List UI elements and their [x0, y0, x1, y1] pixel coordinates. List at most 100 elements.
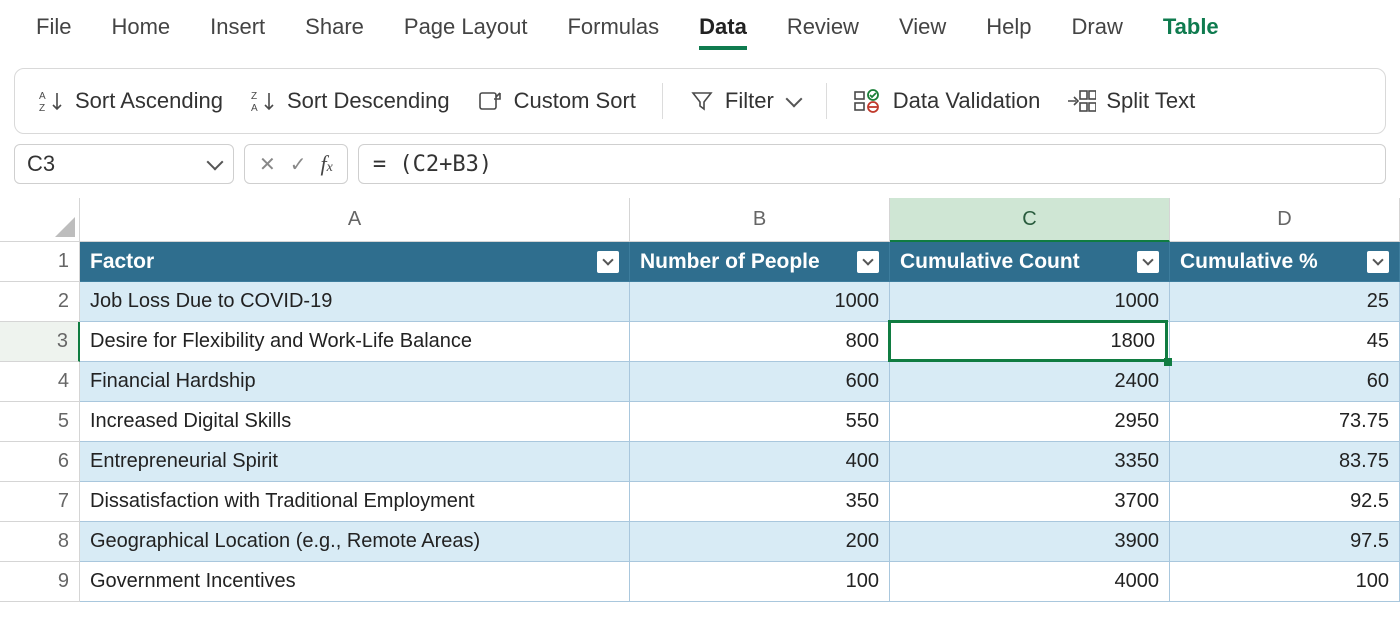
cell-B7[interactable]: 350 — [630, 482, 890, 522]
custom-sort-icon — [476, 87, 504, 115]
cell-C6[interactable]: 3350 — [890, 442, 1170, 482]
data-validation-icon — [853, 88, 883, 114]
data-validation-button[interactable]: Data Validation — [853, 88, 1041, 114]
cell-A3[interactable]: Desire for Flexibility and Work-Life Bal… — [80, 322, 630, 362]
menu-tab-page-layout[interactable]: Page Layout — [404, 14, 528, 46]
column-header-C[interactable]: C — [890, 198, 1170, 242]
table-row: 4Financial Hardship600240060 — [0, 362, 1400, 402]
cell-D4[interactable]: 60 — [1170, 362, 1400, 402]
cell-D9[interactable]: 100 — [1170, 562, 1400, 602]
table-header-label: Factor — [90, 250, 154, 274]
filter-dropdown-icon[interactable] — [1367, 251, 1389, 273]
cell-A4[interactable]: Financial Hardship — [80, 362, 630, 402]
name-box[interactable]: C3 — [14, 144, 234, 184]
svg-text:A: A — [251, 103, 258, 114]
ribbon-separator — [826, 83, 827, 119]
row-header[interactable]: 8 — [0, 522, 80, 562]
cell-A8[interactable]: Geographical Location (e.g., Remote Area… — [80, 522, 630, 562]
row-header[interactable]: 2 — [0, 282, 80, 322]
cell-C4[interactable]: 2400 — [890, 362, 1170, 402]
table-header-label: Cumulative Count — [900, 250, 1080, 274]
table-header-D[interactable]: Cumulative % — [1170, 242, 1400, 282]
cell-A9[interactable]: Government Incentives — [80, 562, 630, 602]
split-text-button[interactable]: Split Text — [1066, 88, 1195, 114]
cell-A7[interactable]: Dissatisfaction with Traditional Employm… — [80, 482, 630, 522]
menu-tab-help[interactable]: Help — [986, 14, 1031, 46]
row-header[interactable]: 7 — [0, 482, 80, 522]
cell-C3[interactable]: 1800 — [890, 322, 1170, 362]
row-header[interactable]: 9 — [0, 562, 80, 602]
cancel-icon[interactable]: ✕ — [259, 152, 276, 177]
row-header[interactable]: 1 — [0, 242, 80, 282]
menu-tab-review[interactable]: Review — [787, 14, 859, 46]
sort-descending-label: Sort Descending — [287, 88, 450, 114]
cell-B4[interactable]: 600 — [630, 362, 890, 402]
formula-text: = (C2+B3) — [373, 152, 492, 177]
funnel-icon — [689, 88, 715, 114]
spreadsheet-grid[interactable]: ABCD 1 Factor Number of People Cumulative Co… — [0, 198, 1400, 602]
menu-tab-file[interactable]: File — [36, 14, 71, 46]
menu-tab-table[interactable]: Table — [1163, 14, 1219, 46]
cell-B2[interactable]: 1000 — [630, 282, 890, 322]
cell-B5[interactable]: 550 — [630, 402, 890, 442]
sort-desc-icon: ZA — [249, 87, 277, 115]
name-box-value: C3 — [27, 151, 55, 177]
data-validation-label: Data Validation — [893, 88, 1041, 114]
select-all-corner[interactable] — [0, 198, 80, 242]
cell-B3[interactable]: 800 — [630, 322, 890, 362]
menu-tab-draw[interactable]: Draw — [1072, 14, 1123, 46]
custom-sort-button[interactable]: Custom Sort — [476, 87, 636, 115]
table-row: 8Geographical Location (e.g., Remote Are… — [0, 522, 1400, 562]
fx-icon[interactable]: fx — [321, 151, 333, 177]
menu-tab-home[interactable]: Home — [111, 14, 170, 46]
table-header-A[interactable]: Factor — [80, 242, 630, 282]
row-header[interactable]: 6 — [0, 442, 80, 482]
split-text-icon — [1066, 88, 1096, 114]
formula-input[interactable]: = (C2+B3) — [358, 144, 1386, 184]
cell-C5[interactable]: 2950 — [890, 402, 1170, 442]
chevron-down-icon — [207, 154, 224, 171]
filter-label: Filter — [725, 88, 774, 114]
column-header-D[interactable]: D — [1170, 198, 1400, 242]
filter-button[interactable]: Filter — [689, 88, 800, 114]
cell-A2[interactable]: Job Loss Due to COVID-19 — [80, 282, 630, 322]
cell-D3[interactable]: 45 — [1170, 322, 1400, 362]
menu-tab-insert[interactable]: Insert — [210, 14, 265, 46]
filter-dropdown-icon[interactable] — [1137, 251, 1159, 273]
column-header-A[interactable]: A — [80, 198, 630, 242]
cell-B8[interactable]: 200 — [630, 522, 890, 562]
cell-D8[interactable]: 97.5 — [1170, 522, 1400, 562]
row-header[interactable]: 3 — [0, 322, 80, 362]
menu-tab-view[interactable]: View — [899, 14, 946, 46]
cell-C8[interactable]: 3900 — [890, 522, 1170, 562]
split-text-label: Split Text — [1106, 88, 1195, 114]
cell-D5[interactable]: 73.75 — [1170, 402, 1400, 442]
cell-B6[interactable]: 400 — [630, 442, 890, 482]
table-header-label: Cumulative % — [1180, 250, 1318, 274]
row-header[interactable]: 5 — [0, 402, 80, 442]
sort-ascending-button[interactable]: AZ Sort Ascending — [37, 87, 223, 115]
cell-A6[interactable]: Entrepreneurial Spirit — [80, 442, 630, 482]
filter-dropdown-icon[interactable] — [597, 251, 619, 273]
menu-tab-formulas[interactable]: Formulas — [567, 14, 659, 46]
cell-D7[interactable]: 92.5 — [1170, 482, 1400, 522]
column-header-B[interactable]: B — [630, 198, 890, 242]
cell-C9[interactable]: 4000 — [890, 562, 1170, 602]
menu-tab-share[interactable]: Share — [305, 14, 364, 46]
table-header-B[interactable]: Number of People — [630, 242, 890, 282]
cell-A5[interactable]: Increased Digital Skills — [80, 402, 630, 442]
row-header[interactable]: 4 — [0, 362, 80, 402]
cell-D6[interactable]: 83.75 — [1170, 442, 1400, 482]
table-header-C[interactable]: Cumulative Count — [890, 242, 1170, 282]
table-row: 7Dissatisfaction with Traditional Employ… — [0, 482, 1400, 522]
cell-C7[interactable]: 3700 — [890, 482, 1170, 522]
formula-bar: C3 ✕ ✓ fx = (C2+B3) — [0, 142, 1400, 192]
svg-text:Z: Z — [251, 91, 257, 102]
cell-B9[interactable]: 100 — [630, 562, 890, 602]
filter-dropdown-icon[interactable] — [857, 251, 879, 273]
sort-descending-button[interactable]: ZA Sort Descending — [249, 87, 450, 115]
cell-C2[interactable]: 1000 — [890, 282, 1170, 322]
cell-D2[interactable]: 25 — [1170, 282, 1400, 322]
confirm-icon[interactable]: ✓ — [290, 152, 307, 177]
menu-tab-data[interactable]: Data — [699, 14, 747, 46]
